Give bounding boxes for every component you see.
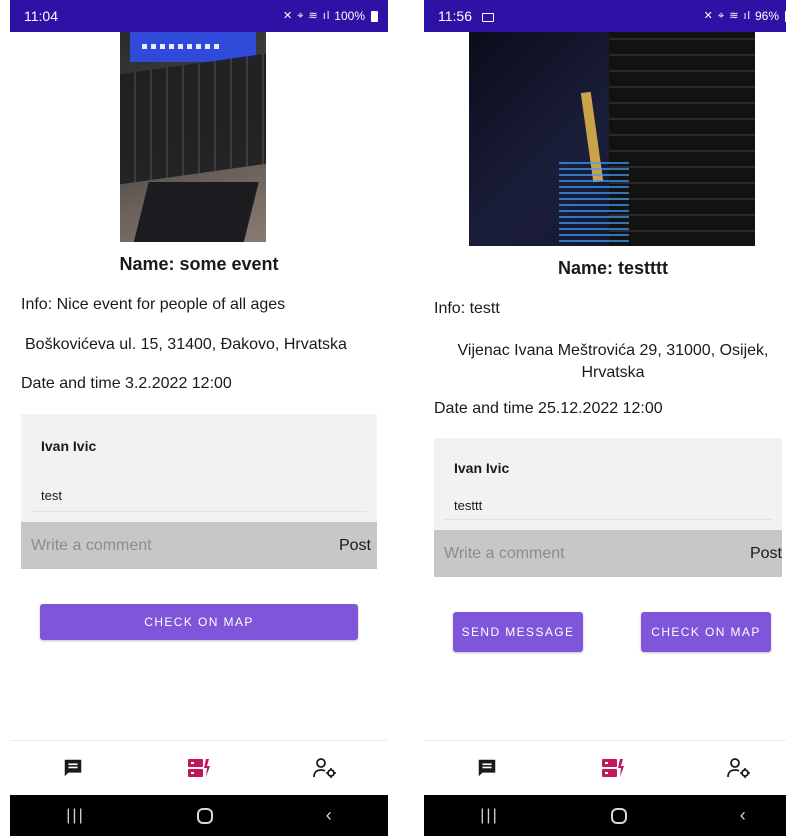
message-icon <box>64 759 82 777</box>
events-icon <box>188 759 210 777</box>
event-address: Boškovićeva ul. 15, 31400, Đakovo, Hrvat… <box>25 336 347 353</box>
status-time: 11:56 <box>438 8 472 24</box>
events-icon <box>602 759 624 777</box>
check-on-map-button[interactable]: CHECK ON MAP <box>40 604 358 640</box>
comment-list: Ivan Ivic test <box>21 414 377 522</box>
post-button[interactable]: Post <box>339 537 371 555</box>
nav-events[interactable] <box>593 748 633 788</box>
event-address: Vijenac Ivana Meštrovića 29, 31000, Osij… <box>457 342 769 381</box>
comment-text: testtt <box>454 498 483 513</box>
phone-screen-2: 11:56 ✕ ⌖ ≋ ıl 96% Name: testttt Info: t… <box>424 0 786 836</box>
recents-icon[interactable]: ||| <box>480 807 498 825</box>
nav-profile[interactable] <box>305 748 345 788</box>
nav-messages[interactable] <box>53 748 93 788</box>
comment-input[interactable] <box>444 544 684 563</box>
bottom-navigation <box>10 740 388 795</box>
signal-icons: ✕ ⌖ ≋ ıl <box>283 10 331 22</box>
message-icon <box>478 759 496 777</box>
signal-icons: ✕ ⌖ ≋ ıl <box>703 10 751 22</box>
comment-bar: Post <box>434 530 782 577</box>
profile-settings-icon <box>727 758 750 778</box>
event-info: Info: testt <box>434 300 500 317</box>
home-icon[interactable] <box>611 807 628 824</box>
back-icon[interactable]: ‹ <box>740 805 746 826</box>
event-info: Info: Nice event for people of all ages <box>21 296 286 313</box>
event-datetime: Date and time 3.2.2022 12:00 <box>21 375 232 392</box>
gallery-icon <box>481 12 494 22</box>
event-photo <box>120 32 266 242</box>
back-icon[interactable]: ‹ <box>326 805 332 826</box>
event-datetime: Date and time 25.12.2022 12:00 <box>434 400 663 417</box>
comment-divider <box>444 519 772 520</box>
comment-divider <box>31 511 367 512</box>
post-button[interactable]: Post <box>750 545 782 563</box>
event-name: Name: some event <box>119 254 279 274</box>
battery-percent: 96% <box>754 9 779 23</box>
nav-messages[interactable] <box>467 748 507 788</box>
comment-bar: Post <box>21 522 377 569</box>
status-bar: 11:04 ✕ ⌖ ≋ ıl 100% <box>10 0 388 32</box>
nav-events[interactable] <box>179 748 219 788</box>
system-navigation-bar: ||| ‹ <box>10 795 388 836</box>
comment-author: Ivan Ivic <box>41 438 97 454</box>
event-name: Name: testttt <box>557 258 668 278</box>
comment-text: test <box>41 488 62 503</box>
event-photo <box>469 32 755 246</box>
profile-settings-icon <box>313 758 336 778</box>
comment-list: Ivan Ivic testtt <box>434 438 782 530</box>
home-icon[interactable] <box>197 807 214 824</box>
battery-icon <box>371 10 378 22</box>
status-time: 11:04 <box>24 8 58 24</box>
battery-percent: 100% <box>334 9 365 23</box>
status-bar: 11:56 ✕ ⌖ ≋ ıl 96% <box>424 0 786 32</box>
comment-author: Ivan Ivic <box>454 460 510 476</box>
system-navigation-bar: ||| ‹ <box>424 795 786 836</box>
comment-input[interactable] <box>31 536 271 555</box>
phone-screen-1: 11:04 ✕ ⌖ ≋ ıl 100% Name: some event Inf… <box>10 0 388 836</box>
check-on-map-button[interactable]: CHECK ON MAP <box>641 612 771 652</box>
send-message-button[interactable]: SEND MESSAGE <box>453 612 583 652</box>
recents-icon[interactable]: ||| <box>66 807 84 825</box>
bottom-navigation <box>424 740 786 795</box>
nav-profile[interactable] <box>719 748 759 788</box>
